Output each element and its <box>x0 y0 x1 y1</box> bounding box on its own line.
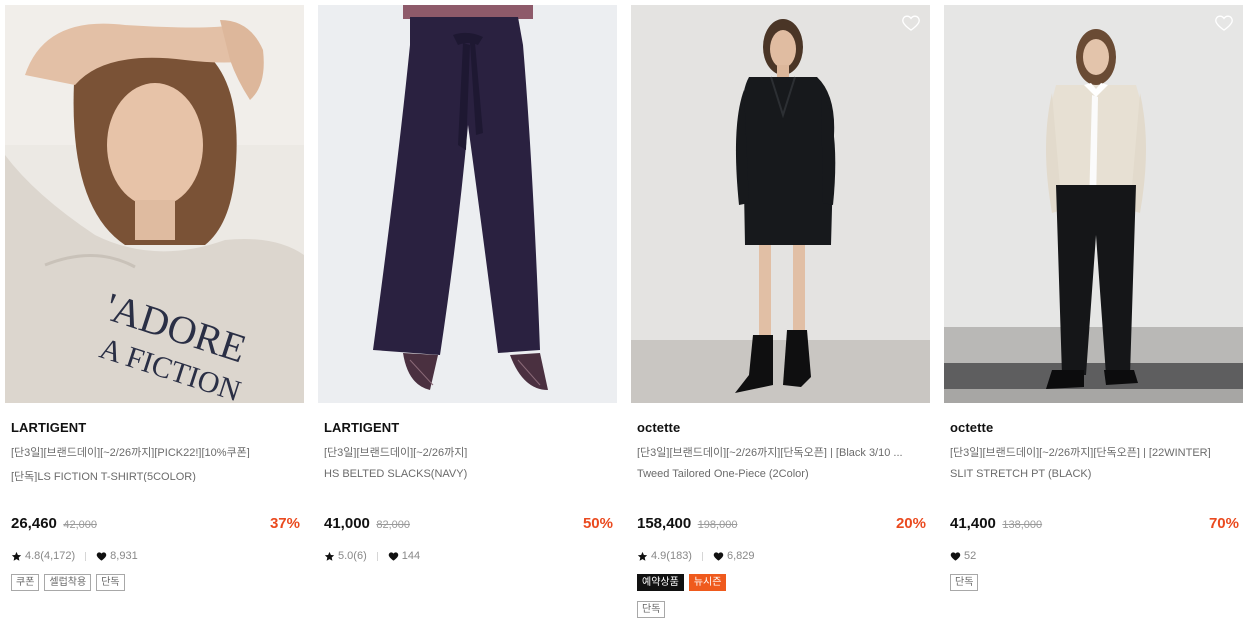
product-name[interactable]: SLIT STRETCH PT (BLACK) <box>950 468 1240 482</box>
brand-name[interactable]: octette <box>637 420 930 436</box>
discount-rate: 37% <box>269 515 300 532</box>
product-promo-text[interactable]: [단3일][브랜드데이][~2/26까지] <box>324 444 614 458</box>
product-name[interactable]: [단독]LS FICTION T-SHIRT(5COLOR) <box>11 468 301 482</box>
wishlist-button[interactable] <box>1214 13 1234 33</box>
sale-price: 41,000 <box>324 515 370 532</box>
product-photo: 'ADORE A FICTION <box>5 5 304 403</box>
rating-text: 4.9(183) <box>651 550 692 562</box>
tag-exclusive: 단독 <box>637 601 666 618</box>
product-photo <box>944 5 1243 403</box>
product-name[interactable]: Tweed Tailored One-Piece (2Color) <box>637 468 927 482</box>
brand-name[interactable]: LARTIGENT <box>324 420 617 436</box>
product-card[interactable]: octette [단3일][브랜드데이][~2/26까지][단독오픈] | [B… <box>631 5 930 618</box>
product-photo <box>631 5 930 403</box>
price-row: 41,400 138,000 70% <box>950 515 1243 533</box>
tag-list: 예약상품 뉴시즌 단독 <box>637 574 927 618</box>
heart-icon <box>950 551 961 561</box>
sale-price: 158,400 <box>637 515 692 532</box>
star-icon <box>637 551 648 561</box>
product-meta: 4.9(183) 6,829 <box>637 549 930 563</box>
like-count: 52 <box>964 550 977 562</box>
product-grid: 'ADORE A FICTION LARTIGENT [단3일][브랜드데이][… <box>0 0 1248 631</box>
product-meta: 5.0(6) 144 <box>324 549 617 563</box>
original-price: 138,000 <box>1002 519 1043 531</box>
price-row: 26,460 42,000 37% <box>11 515 304 533</box>
like-count: 8,931 <box>110 550 138 562</box>
sale-price: 26,460 <box>11 515 57 532</box>
product-promo-text[interactable]: [단3일][브랜드데이][~2/26까지][단독오픈] | [22WINTER] <box>950 444 1240 458</box>
rating-text: 4.8(4,172) <box>25 550 76 562</box>
heart-icon <box>388 551 398 561</box>
product-image[interactable] <box>318 5 617 403</box>
heart-icon <box>713 551 724 561</box>
product-image[interactable] <box>944 5 1243 403</box>
brand-name[interactable]: octette <box>950 420 1243 436</box>
divider <box>701 551 703 561</box>
product-promo-text[interactable]: [단3일][브랜드데이][~2/26까지][PICK22!][10%쿠폰] <box>11 444 301 458</box>
product-name[interactable]: HS BELTED SLACKS(NAVY) <box>324 468 614 482</box>
heart-outline-icon <box>902 15 920 31</box>
product-promo-text[interactable]: [단3일][브랜드데이][~2/26까지][단독오픈] | [Black 3/1… <box>637 444 927 458</box>
product-meta: 4.8(4,172) 8,931 <box>11 549 304 563</box>
product-meta: 52 <box>950 549 1243 563</box>
product-card[interactable]: octette [단3일][브랜드데이][~2/26까지][단독오픈] | [2… <box>944 5 1243 591</box>
sale-price: 41,400 <box>950 515 996 532</box>
divider <box>376 551 378 561</box>
rating-text: 5.0(6) <box>338 550 367 562</box>
tag-list: 단독 <box>950 574 1240 591</box>
divider <box>85 551 87 561</box>
brand-name[interactable]: LARTIGENT <box>11 420 304 436</box>
badge-preorder: 예약상품 <box>637 574 684 591</box>
star-icon <box>11 551 22 561</box>
product-image[interactable] <box>631 5 930 403</box>
wishlist-button[interactable] <box>901 13 921 33</box>
original-price: 198,000 <box>697 519 738 531</box>
product-card[interactable]: LARTIGENT [단3일][브랜드데이][~2/26까지] HS BELTE… <box>318 5 617 563</box>
tag-exclusive: 단독 <box>950 574 979 591</box>
tag-celeb: 셀럽착용 <box>44 574 92 591</box>
discount-rate: 50% <box>582 515 613 532</box>
discount-rate: 70% <box>1208 515 1239 532</box>
product-photo <box>318 5 617 403</box>
original-price: 82,000 <box>376 519 410 531</box>
tag-coupon: 쿠폰 <box>11 574 40 591</box>
price-row: 158,400 198,000 20% <box>637 515 930 533</box>
like-count: 6,829 <box>726 550 755 562</box>
product-card[interactable]: 'ADORE A FICTION LARTIGENT [단3일][브랜드데이][… <box>5 5 304 591</box>
tag-list: 쿠폰 셀럽착용 단독 <box>11 574 301 591</box>
tag-exclusive: 단독 <box>96 574 125 591</box>
original-price: 42,000 <box>63 519 97 531</box>
product-image[interactable]: 'ADORE A FICTION <box>5 5 304 403</box>
heart-icon <box>96 551 107 561</box>
price-row: 41,000 82,000 50% <box>324 515 617 533</box>
like-count: 144 <box>401 550 421 562</box>
star-icon <box>324 551 335 561</box>
heart-outline-icon <box>1215 15 1233 31</box>
discount-rate: 20% <box>895 515 926 532</box>
badge-new-season: 뉴시즌 <box>688 574 727 591</box>
